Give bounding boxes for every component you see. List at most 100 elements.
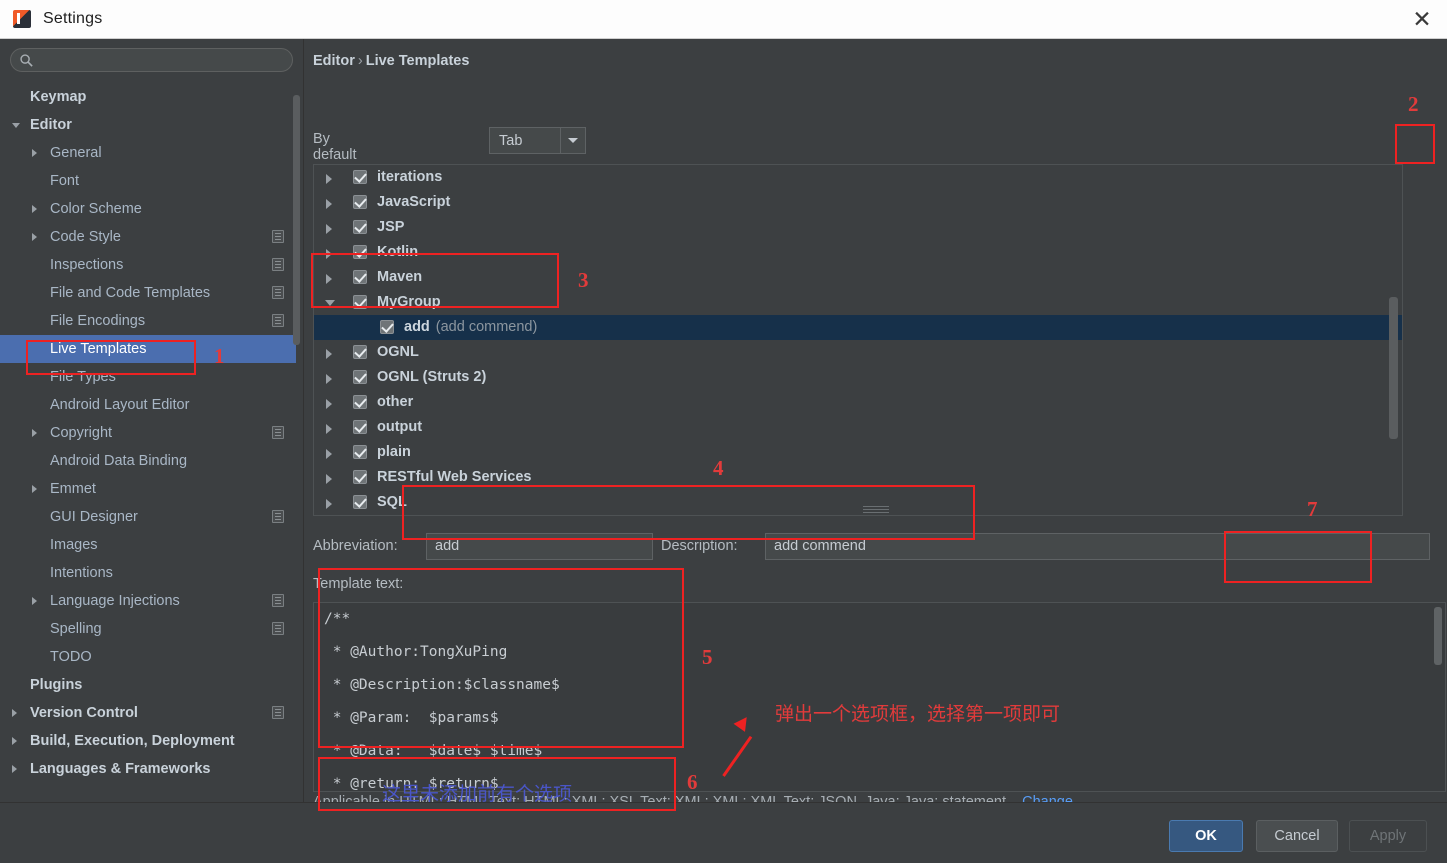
sidebar-item-file-types[interactable]: File Types: [0, 363, 296, 391]
template-checkbox[interactable]: [353, 295, 367, 309]
sidebar-item-todo[interactable]: TODO: [0, 643, 296, 671]
sidebar-tree[interactable]: Keymap Editor General Font Color Scheme Code …: [0, 83, 296, 783]
live-templates-tree[interactable]: iterations JavaScript JSP Kotlin Maven MyGrou…: [313, 164, 1403, 516]
template-group-row[interactable]: other: [314, 390, 1402, 415]
chevron-right-icon[interactable]: [12, 765, 17, 773]
chevron-right-icon[interactable]: [326, 374, 332, 384]
sidebar-item-general[interactable]: General: [0, 139, 296, 167]
chevron-down-icon[interactable]: [325, 300, 335, 311]
chevron-right-icon[interactable]: [326, 449, 332, 459]
description-label: Description:: [661, 538, 738, 554]
sidebar-item-images[interactable]: Images: [0, 531, 296, 559]
template-group-row[interactable]: JavaScript: [314, 190, 1402, 215]
template-checkbox[interactable]: [353, 170, 367, 184]
template-group-row[interactable]: Kotlin: [314, 240, 1402, 265]
sidebar-item-copyright[interactable]: Copyright: [0, 419, 296, 447]
chevron-right-icon[interactable]: [32, 429, 37, 437]
template-group-row[interactable]: plain: [314, 440, 1402, 465]
sidebar-item-font[interactable]: Font: [0, 167, 296, 195]
template-description-text: (add commend): [435, 319, 538, 335]
chevron-right-icon[interactable]: [32, 205, 37, 213]
chevron-right-icon[interactable]: [32, 597, 37, 605]
splitter-handle[interactable]: [863, 506, 889, 513]
chevron-right-icon[interactable]: [326, 249, 332, 259]
chevron-right-icon[interactable]: [326, 274, 332, 284]
template-group-row[interactable]: Maven: [314, 265, 1402, 290]
abbreviation-input[interactable]: add: [426, 533, 653, 560]
chevron-right-icon[interactable]: [32, 149, 37, 157]
chevron-right-icon[interactable]: [12, 737, 17, 745]
sidebar-item-plugins[interactable]: Plugins: [0, 671, 296, 699]
sidebar-item-file-and-code-templates[interactable]: File and Code Templates: [0, 279, 296, 307]
chevron-down-icon[interactable]: [560, 128, 585, 153]
sidebar-item-emmet[interactable]: Emmet: [0, 475, 296, 503]
chevron-right-icon[interactable]: [326, 424, 332, 434]
close-icon[interactable]: ✕: [1407, 6, 1437, 34]
template-checkbox[interactable]: [353, 220, 367, 234]
template-checkbox[interactable]: [353, 345, 367, 359]
template-checkbox[interactable]: [353, 195, 367, 209]
sidebar-item-keymap[interactable]: Keymap: [0, 83, 296, 111]
sidebar-item-inspections[interactable]: Inspections: [0, 251, 296, 279]
sidebar-item-android-layout-editor[interactable]: Android Layout Editor: [0, 391, 296, 419]
sidebar-item-build-execution-deployment[interactable]: Build, Execution, Deployment: [0, 727, 296, 755]
template-checkbox[interactable]: [353, 445, 367, 459]
annotation-number-4: 4: [713, 456, 724, 480]
chevron-right-icon[interactable]: [326, 474, 332, 484]
template-group-row[interactable]: OGNL: [314, 340, 1402, 365]
sidebar-item-language-injections[interactable]: Language Injections: [0, 587, 296, 615]
template-checkbox[interactable]: [353, 395, 367, 409]
sidebar-item-intentions[interactable]: Intentions: [0, 559, 296, 587]
template-checkbox[interactable]: [353, 270, 367, 284]
chevron-right-icon[interactable]: [326, 199, 332, 209]
chevron-right-icon[interactable]: [12, 709, 17, 717]
template-checkbox[interactable]: [353, 370, 367, 384]
sidebar-item-version-control[interactable]: Version Control: [0, 699, 296, 727]
annotation-number-5: 5: [702, 645, 713, 669]
sidebar-item-gui-designer[interactable]: GUI Designer: [0, 503, 296, 531]
chevron-right-icon[interactable]: [326, 224, 332, 234]
template-group-row[interactable]: MyGroup: [314, 290, 1402, 315]
cancel-button[interactable]: Cancel: [1256, 820, 1338, 852]
chevron-right-icon[interactable]: [32, 485, 37, 493]
chevron-right-icon[interactable]: [326, 174, 332, 184]
chevron-right-icon[interactable]: [326, 499, 332, 509]
template-name: MyGroup: [377, 290, 441, 315]
template-checkbox[interactable]: [380, 320, 394, 334]
default-expand-combobox[interactable]: Tab: [489, 127, 586, 154]
description-input[interactable]: add commend: [765, 533, 1430, 560]
sidebar-item-file-encodings[interactable]: File Encodings: [0, 307, 296, 335]
chevron-right-icon[interactable]: [326, 399, 332, 409]
template-group-row[interactable]: SQL: [314, 490, 1402, 515]
sidebar-item-live-templates[interactable]: Live Templates: [0, 335, 296, 363]
chevron-right-icon[interactable]: [32, 233, 37, 241]
template-code-line: /**: [324, 611, 351, 627]
templates-scrollbar-thumb[interactable]: [1389, 297, 1398, 439]
chevron-down-icon[interactable]: [12, 123, 20, 132]
template-checkbox[interactable]: [353, 470, 367, 484]
sidebar-item-color-scheme[interactable]: Color Scheme: [0, 195, 296, 223]
template-row[interactable]: add (add commend): [314, 315, 1402, 340]
breadcrumb-root[interactable]: Editor: [313, 53, 355, 69]
template-checkbox[interactable]: [353, 245, 367, 259]
sidebar-item-spelling[interactable]: Spelling: [0, 615, 296, 643]
chevron-right-icon[interactable]: [326, 349, 332, 359]
template-group-row[interactable]: iterations: [314, 165, 1402, 190]
sidebar-scrollbar-thumb[interactable]: [293, 95, 300, 345]
breadcrumb: Editor › Live Templates: [313, 53, 469, 69]
search-input[interactable]: [10, 48, 293, 72]
sidebar-item-code-style[interactable]: Code Style: [0, 223, 296, 251]
template-group-row[interactable]: JSP: [314, 215, 1402, 240]
template-group-row[interactable]: OGNL (Struts 2): [314, 365, 1402, 390]
sidebar-item-editor[interactable]: Editor: [0, 111, 296, 139]
template-checkbox[interactable]: [353, 420, 367, 434]
project-scope-icon: [272, 706, 284, 719]
template-group-row[interactable]: output: [314, 415, 1402, 440]
ok-button[interactable]: OK: [1169, 820, 1243, 852]
sidebar-item-android-data-binding[interactable]: Android Data Binding: [0, 447, 296, 475]
template-group-row[interactable]: RESTful Web Services: [314, 465, 1402, 490]
editor-scrollbar-thumb[interactable]: [1434, 607, 1442, 665]
sidebar-item-languages-frameworks[interactable]: Languages & Frameworks: [0, 755, 296, 783]
template-checkbox[interactable]: [353, 495, 367, 509]
template-text-editor[interactable]: /** * @Author:TongXuPing * @Description:…: [313, 602, 1446, 792]
